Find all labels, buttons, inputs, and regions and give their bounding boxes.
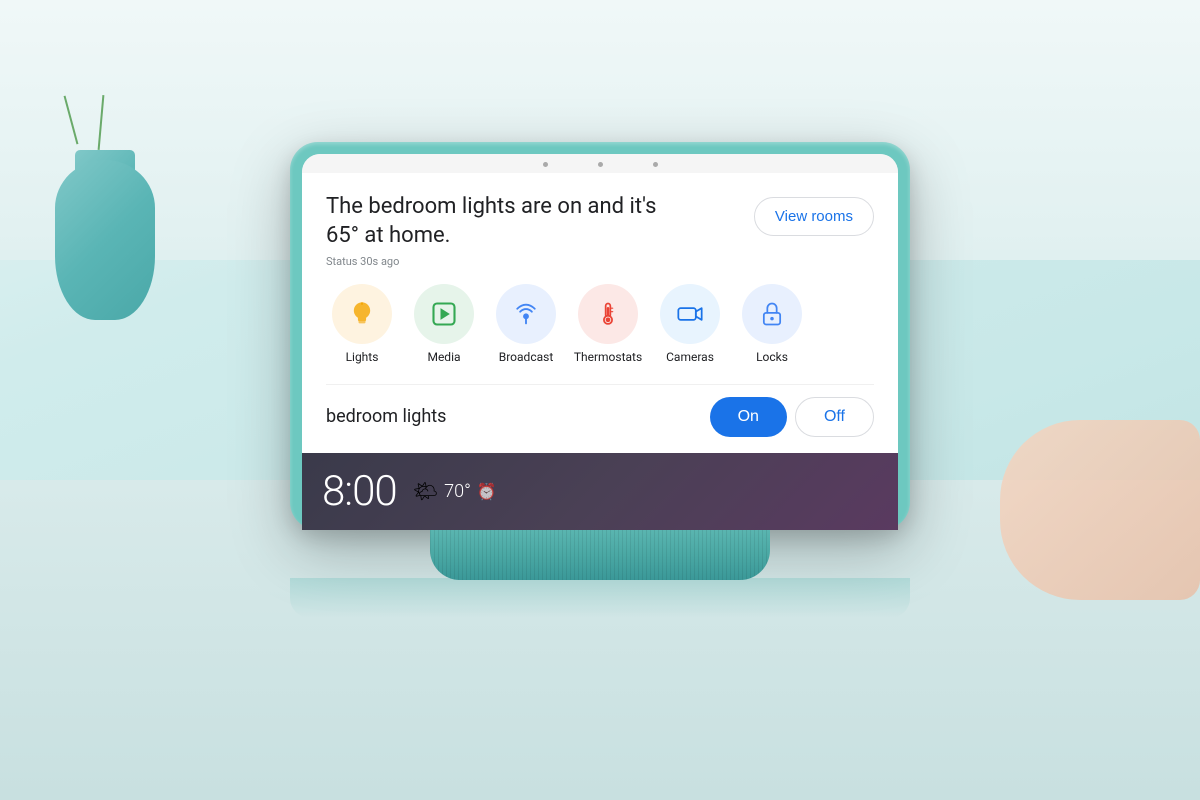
media-icon-circle bbox=[414, 284, 474, 344]
action-thermostats[interactable]: Thermostats bbox=[572, 284, 644, 364]
action-cameras[interactable]: Cameras bbox=[654, 284, 726, 364]
actions-grid: Lights Media bbox=[326, 284, 874, 364]
cameras-label: Cameras bbox=[666, 350, 714, 364]
decorative-vase bbox=[40, 120, 170, 320]
hand bbox=[1000, 420, 1200, 600]
vase-body bbox=[55, 160, 155, 320]
broadcast-icon-circle bbox=[496, 284, 556, 344]
lightbulb-icon bbox=[348, 300, 376, 328]
locks-icon-circle bbox=[742, 284, 802, 344]
clock-info: 🌤 70° ⏰ bbox=[413, 479, 497, 503]
cameras-icon-circle bbox=[660, 284, 720, 344]
google-home-hub: The bedroom lights are on and it's 65° a… bbox=[290, 142, 910, 617]
alarm-icon: ⏰ bbox=[477, 482, 497, 501]
lights-label: Lights bbox=[346, 350, 379, 364]
view-rooms-button[interactable]: View rooms bbox=[754, 197, 874, 236]
clock-section: 8:00 🌤 70° ⏰ bbox=[302, 453, 898, 530]
play-icon bbox=[430, 300, 458, 328]
broadcast-label: Broadcast bbox=[499, 350, 554, 364]
lights-on-button[interactable]: On bbox=[710, 397, 787, 437]
status-time: Status 30s ago bbox=[326, 255, 874, 268]
media-label: Media bbox=[427, 350, 460, 364]
camera-bar bbox=[302, 154, 898, 173]
thermostats-icon-circle bbox=[578, 284, 638, 344]
camera-dot-center bbox=[598, 162, 603, 167]
status-message: The bedroom lights are on and it's 65° a… bbox=[326, 193, 686, 250]
lock-icon bbox=[758, 300, 786, 328]
device-screen: The bedroom lights are on and it's 65° a… bbox=[302, 154, 898, 529]
action-media[interactable]: Media bbox=[408, 284, 480, 364]
device-shell: The bedroom lights are on and it's 65° a… bbox=[290, 142, 910, 529]
clock-time: 8:00 bbox=[322, 467, 397, 516]
speaker-texture bbox=[430, 530, 770, 580]
device-base bbox=[430, 530, 770, 580]
camera-dot-left bbox=[543, 162, 548, 167]
thermostats-label: Thermostats bbox=[574, 350, 642, 364]
screen-content: The bedroom lights are on and it's 65° a… bbox=[302, 173, 898, 452]
thermometer-icon bbox=[594, 300, 622, 328]
action-locks[interactable]: Locks bbox=[736, 284, 808, 364]
lights-icon-circle bbox=[332, 284, 392, 344]
action-broadcast[interactable]: Broadcast bbox=[490, 284, 562, 364]
lights-buttons: On Off bbox=[710, 397, 874, 437]
action-lights[interactable]: Lights bbox=[326, 284, 398, 364]
locks-label: Locks bbox=[756, 350, 788, 364]
camera-icon bbox=[676, 300, 704, 328]
temperature-display: 70° bbox=[444, 481, 471, 502]
status-section: The bedroom lights are on and it's 65° a… bbox=[326, 193, 874, 250]
lights-off-button[interactable]: Off bbox=[795, 397, 874, 437]
bedroom-lights-label: bedroom lights bbox=[326, 406, 446, 427]
weather-icon: 🌤 bbox=[413, 479, 438, 503]
broadcast-icon bbox=[512, 300, 540, 328]
lights-control: bedroom lights On Off bbox=[326, 384, 874, 453]
vase-plant bbox=[50, 95, 160, 155]
camera-dot-right bbox=[653, 162, 658, 167]
device-reflection bbox=[290, 578, 910, 618]
